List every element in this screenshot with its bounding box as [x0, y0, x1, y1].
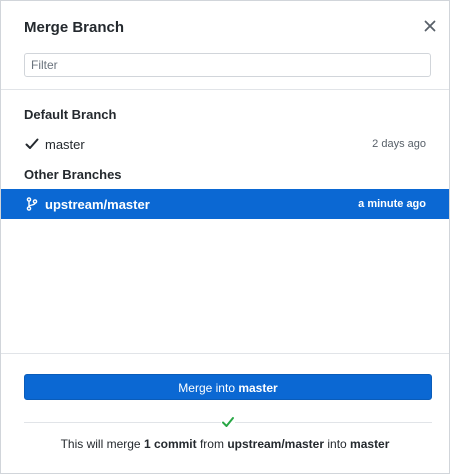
- dialog-header: Merge Branch: [1, 1, 449, 53]
- summary-source-branch: upstream/master: [227, 437, 325, 451]
- divider: [1, 353, 449, 354]
- branch-item-master[interactable]: master 2 days ago: [1, 129, 449, 159]
- merge-summary: This will merge 1 commit from upstream/m…: [1, 437, 449, 451]
- close-icon[interactable]: [423, 19, 437, 33]
- summary-text: into: [324, 437, 351, 451]
- filter-container: [24, 53, 431, 77]
- summary-text: This will merge: [60, 437, 144, 451]
- summary-target-branch: master: [350, 437, 390, 451]
- branch-item-upstream-master[interactable]: upstream/master a minute ago: [1, 189, 449, 219]
- checkmark-icon: [25, 137, 39, 151]
- merge-branch-dialog: Merge Branch Default Branch master 2 day…: [0, 0, 450, 474]
- filter-input[interactable]: [24, 53, 431, 77]
- branch-name: upstream/master: [45, 197, 150, 212]
- summary-text: from: [196, 437, 228, 451]
- merge-button-prefix: Merge into: [178, 381, 239, 395]
- branch-time: a minute ago: [358, 198, 426, 210]
- other-branches-heading: Other Branches: [24, 167, 122, 182]
- default-branch-heading: Default Branch: [24, 107, 117, 122]
- dialog-title: Merge Branch: [24, 19, 125, 36]
- branch-name: master: [45, 137, 85, 152]
- branch-time: 2 days ago: [372, 138, 426, 150]
- summary-commit-count: 1 commit: [143, 437, 197, 451]
- git-branch-icon: [25, 197, 39, 211]
- merge-button[interactable]: Merge into master: [24, 374, 432, 400]
- divider: [1, 89, 449, 90]
- merge-button-target: master: [238, 381, 278, 395]
- success-check-icon: [221, 415, 235, 429]
